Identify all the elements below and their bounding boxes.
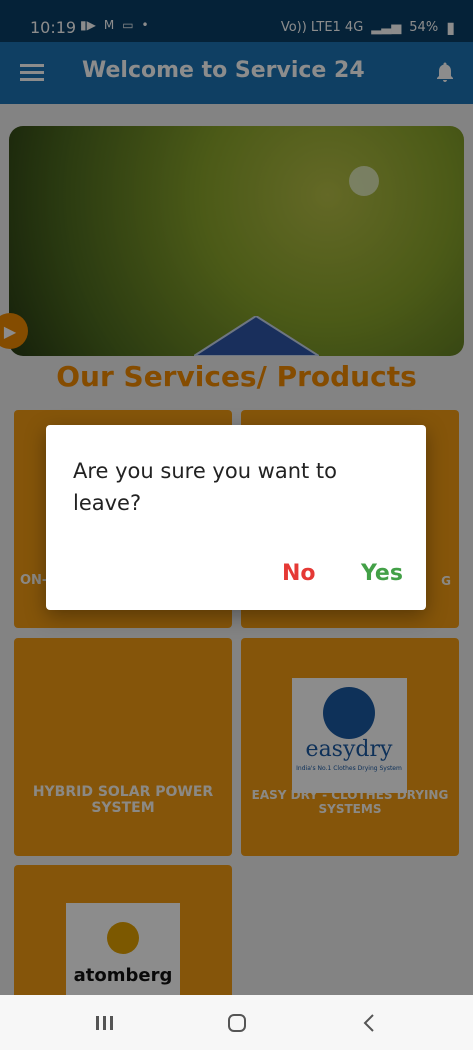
leave-confirm-dialog: Are you sure you want to leave? No Yes xyxy=(46,425,426,610)
system-nav-bar xyxy=(0,995,473,1050)
recent-apps-icon[interactable] xyxy=(90,1010,120,1036)
back-icon[interactable] xyxy=(354,1010,384,1036)
no-button[interactable]: No xyxy=(282,561,316,586)
dialog-message: Are you sure you want to leave? xyxy=(73,459,338,515)
home-icon[interactable] xyxy=(222,1010,252,1036)
yes-button[interactable]: Yes xyxy=(361,561,403,586)
